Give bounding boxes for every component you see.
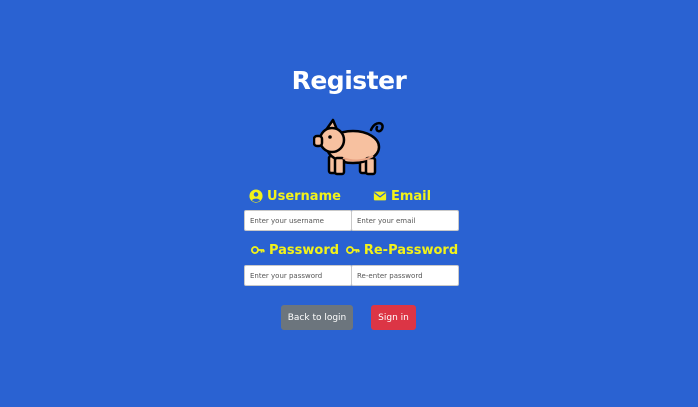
- repassword-label: Re-Password: [345, 241, 458, 259]
- user-circle-icon: [249, 189, 263, 203]
- repassword-label-text: Re-Password: [363, 242, 459, 258]
- email-label: Email: [352, 187, 452, 205]
- sign-in-button[interactable]: Sign in: [371, 305, 416, 330]
- email-input[interactable]: [351, 210, 459, 231]
- envelope-icon: [373, 189, 387, 203]
- repassword-input[interactable]: [351, 265, 459, 286]
- username-label-text: Username: [267, 188, 341, 204]
- email-label-text: Email: [390, 188, 432, 204]
- key-icon: [250, 243, 265, 257]
- page-title: Register: [291, 66, 407, 95]
- username-input[interactable]: [244, 210, 352, 231]
- pig-icon: [313, 118, 384, 176]
- password-input[interactable]: [244, 265, 352, 286]
- key-icon: [345, 243, 360, 257]
- username-label: Username: [245, 187, 345, 205]
- password-label: Password: [245, 241, 345, 259]
- back-to-login-button[interactable]: Back to login: [281, 305, 353, 330]
- password-label-text: Password: [268, 242, 340, 258]
